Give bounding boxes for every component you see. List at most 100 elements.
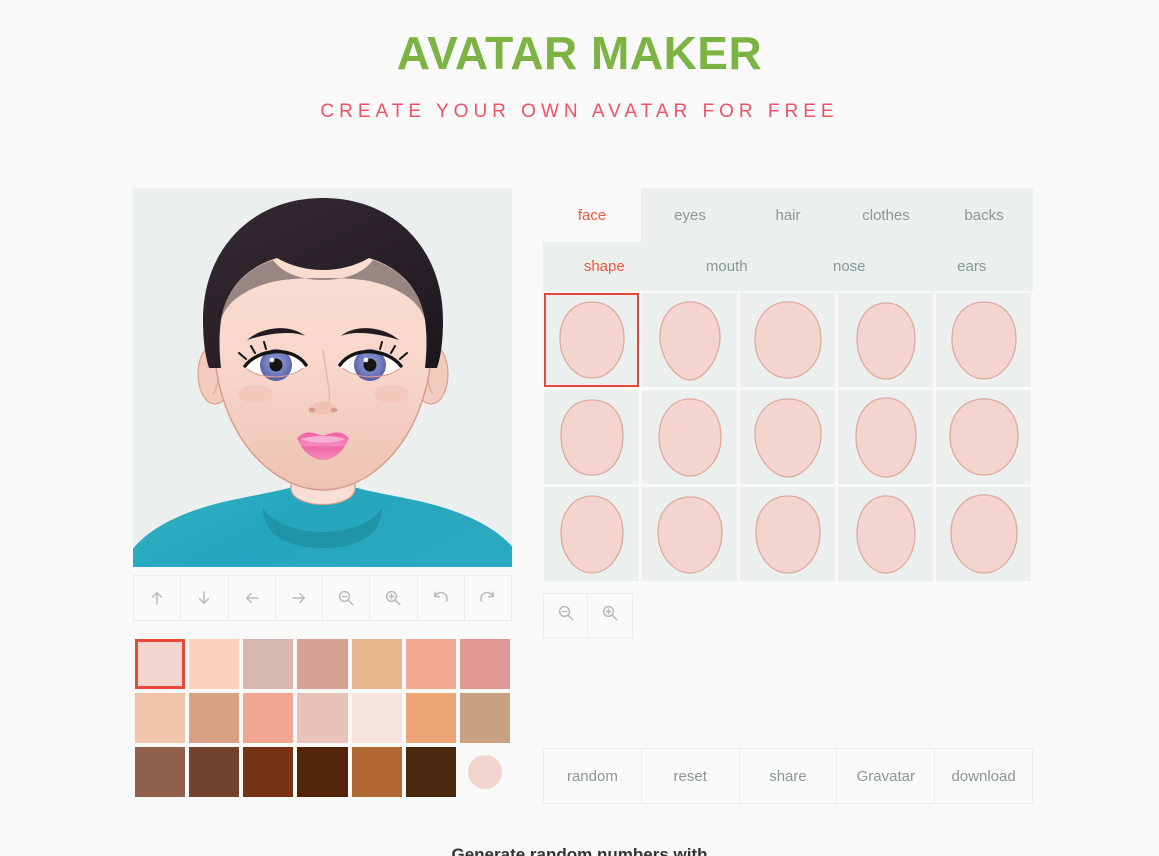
zoom-out-icon	[557, 604, 575, 627]
color-swatch[interactable]	[458, 637, 512, 691]
zoom-out-icon	[337, 589, 355, 607]
face-shape-tile	[642, 293, 737, 387]
grid-zoom-controls	[543, 593, 1033, 638]
color-swatch[interactable]	[241, 691, 295, 745]
action-button-bar: random reset share Gravatar download	[543, 748, 1033, 804]
face-shape-option[interactable]	[935, 389, 1033, 486]
download-button[interactable]: download	[935, 749, 1032, 803]
face-shape-icon	[854, 397, 917, 478]
random-button[interactable]: random	[544, 749, 642, 803]
face-shape-option[interactable]	[935, 486, 1033, 583]
face-shape-option[interactable]	[739, 292, 837, 389]
move-left-button[interactable]	[228, 576, 276, 620]
gravatar-button[interactable]: Gravatar	[837, 749, 936, 803]
share-button[interactable]: share	[739, 749, 838, 803]
face-shape-icon	[656, 496, 723, 574]
avatar-zoom-in-button[interactable]	[370, 576, 418, 620]
subtab-ears[interactable]: ears	[911, 242, 1034, 291]
face-shape-option[interactable]	[543, 486, 641, 583]
face-shape-option[interactable]	[641, 486, 739, 583]
color-swatch[interactable]	[187, 637, 241, 691]
color-swatch[interactable]	[458, 691, 512, 745]
color-swatch[interactable]	[295, 637, 349, 691]
color-swatch-fill	[351, 747, 402, 797]
face-shape-tile	[642, 390, 737, 484]
move-down-button[interactable]	[181, 576, 229, 620]
move-right-button[interactable]	[275, 576, 323, 620]
arrow-left-icon	[243, 589, 261, 607]
color-swatch-fill	[297, 693, 348, 743]
color-swatch[interactable]	[133, 637, 187, 691]
tab-eyes[interactable]: eyes	[641, 188, 739, 242]
subtab-shape[interactable]: shape	[543, 242, 666, 291]
face-shape-icon	[950, 301, 1017, 380]
color-swatch[interactable]	[133, 691, 187, 745]
color-swatch[interactable]	[241, 637, 295, 691]
tab-label: backs	[964, 206, 1004, 224]
color-swatch[interactable]	[350, 745, 404, 799]
action-button-label: random	[566, 767, 618, 785]
face-shape-tile	[642, 487, 737, 581]
subtab-label: ears	[957, 258, 987, 275]
color-swatch-fill	[459, 693, 510, 743]
face-shape-tile	[740, 293, 835, 387]
color-swatch[interactable]	[404, 691, 458, 745]
avatar-zoom-out-button[interactable]	[323, 576, 371, 620]
face-shape-tile	[544, 487, 639, 581]
face-shape-tile	[544, 390, 639, 484]
grid-zoom-in-button[interactable]	[588, 593, 633, 638]
face-shape-option[interactable]	[837, 486, 935, 583]
face-shape-icon	[754, 495, 821, 574]
subtab-mouth[interactable]: mouth	[666, 242, 789, 291]
move-up-button[interactable]	[134, 576, 182, 620]
tab-hair[interactable]: hair	[739, 188, 837, 242]
color-swatch[interactable]	[241, 745, 295, 799]
color-swatch[interactable]	[133, 745, 187, 799]
zoom-in-icon	[384, 589, 402, 607]
subtab-nose[interactable]: nose	[788, 242, 911, 291]
color-swatch-fill	[243, 639, 294, 689]
redo-button[interactable]	[464, 576, 511, 620]
face-shape-option[interactable]	[543, 389, 641, 486]
tab-backs[interactable]: backs	[935, 188, 1033, 242]
color-swatch[interactable]	[295, 745, 349, 799]
color-swatch-fill	[135, 747, 186, 797]
face-shape-option[interactable]	[935, 292, 1033, 389]
options-column: face eyes hair clothes backs shape mouth nose e…	[543, 188, 1033, 799]
color-swatch-fill	[405, 639, 456, 689]
color-swatch[interactable]	[187, 745, 241, 799]
color-swatch[interactable]	[350, 637, 404, 691]
face-shape-option[interactable]	[837, 292, 935, 389]
face-shape-option[interactable]	[543, 292, 641, 389]
avatar-canvas[interactable]	[133, 188, 512, 567]
subtab-label: nose	[832, 258, 866, 275]
tab-label: hair	[775, 206, 801, 224]
face-shape-option[interactable]	[739, 389, 837, 486]
arrow-up-icon	[148, 589, 166, 607]
face-shape-option[interactable]	[641, 389, 739, 486]
grid-zoom-out-button[interactable]	[543, 593, 588, 638]
color-swatch[interactable]	[187, 691, 241, 745]
tab-clothes[interactable]: clothes	[837, 188, 935, 242]
color-swatch[interactable]	[404, 637, 458, 691]
undo-icon	[431, 589, 450, 608]
face-shape-icon	[949, 494, 1018, 574]
face-shape-tile	[936, 390, 1031, 484]
footer-note: Generate random numbers with	[451, 845, 708, 856]
reset-button[interactable]: reset	[641, 749, 740, 803]
undo-button[interactable]	[417, 576, 465, 620]
face-shape-option[interactable]	[739, 486, 837, 583]
face-shape-option[interactable]	[641, 292, 739, 389]
face-shape-tile	[740, 390, 835, 484]
color-swatch[interactable]	[295, 691, 349, 745]
color-swatch[interactable]	[404, 745, 458, 799]
face-shape-icon	[753, 398, 822, 478]
tab-face[interactable]: face	[543, 188, 641, 242]
face-shape-tile	[838, 390, 933, 484]
face-shape-icon	[559, 495, 624, 574]
face-shape-tile	[544, 293, 639, 387]
face-shape-option[interactable]	[837, 389, 935, 486]
color-swatch-fill	[297, 747, 348, 797]
face-shape-icon	[558, 301, 625, 379]
color-swatch[interactable]	[350, 691, 404, 745]
